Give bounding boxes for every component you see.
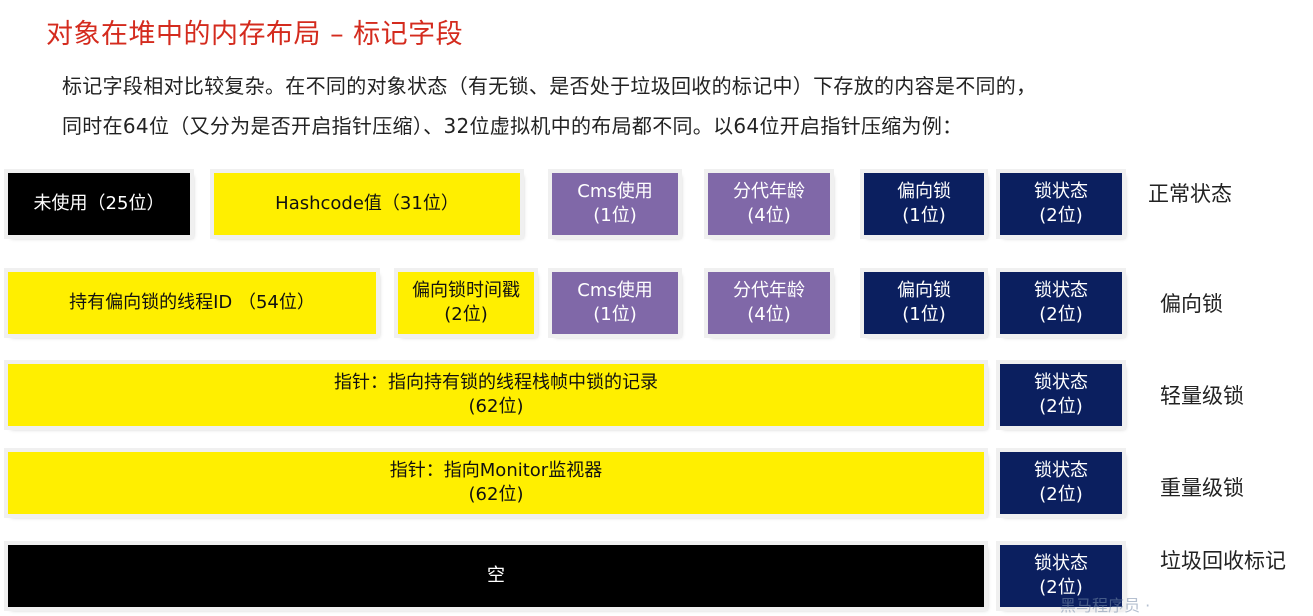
state-label: 轻量级锁	[1160, 384, 1244, 408]
watermark: 黑马程序员 ·	[1060, 596, 1151, 615]
cell-empty: 空	[4, 541, 988, 611]
state-label: 偏向锁	[1160, 292, 1223, 316]
state-label: 垃圾回收标记	[1160, 549, 1286, 573]
cell-unused: 未使用（25位）	[4, 169, 194, 239]
state-label: 重量级锁	[1160, 476, 1244, 500]
cell-age: 分代年龄 (4位)	[704, 169, 834, 239]
description-line-1: 标记字段相对比较复杂。在不同的对象状态（有无锁、是否处于垃圾回收的标记中）下存放…	[62, 74, 1037, 98]
cell-cms: Cms使用 (1位)	[548, 169, 682, 239]
state-label: 正常状态	[1148, 182, 1232, 206]
description-line-2: 同时在64位（又分为是否开启指针压缩）、32位虚拟机中的布局都不同。以64位开启…	[62, 114, 963, 138]
cell-biased-flag: 偏向锁 (1位)	[860, 268, 988, 338]
page-title: 对象在堆中的内存布局 – 标记字段	[46, 19, 464, 50]
cell-hashcode: Hashcode值（31位）	[210, 169, 524, 239]
cell-monitor-pointer: 指针：指向Monitor监视器 (62位)	[4, 448, 988, 518]
cell-lock-state: 锁状态 (2位)	[996, 268, 1126, 338]
cell-lock-state: 锁状态 (2位)	[996, 360, 1126, 430]
cell-age: 分代年龄 (4位)	[704, 268, 834, 338]
cell-lock-record-pointer: 指针：指向持有锁的线程栈帧中锁的记录 (62位)	[4, 360, 988, 430]
cell-cms: Cms使用 (1位)	[548, 268, 682, 338]
cell-epoch: 偏向锁时间戳 (2位)	[394, 268, 538, 338]
cell-lock-state: 锁状态 (2位)	[996, 169, 1126, 239]
cell-lock-state: 锁状态 (2位)	[996, 448, 1126, 518]
cell-biased-flag: 偏向锁 (1位)	[860, 169, 988, 239]
cell-thread-id: 持有偏向锁的线程ID （54位）	[4, 268, 380, 338]
